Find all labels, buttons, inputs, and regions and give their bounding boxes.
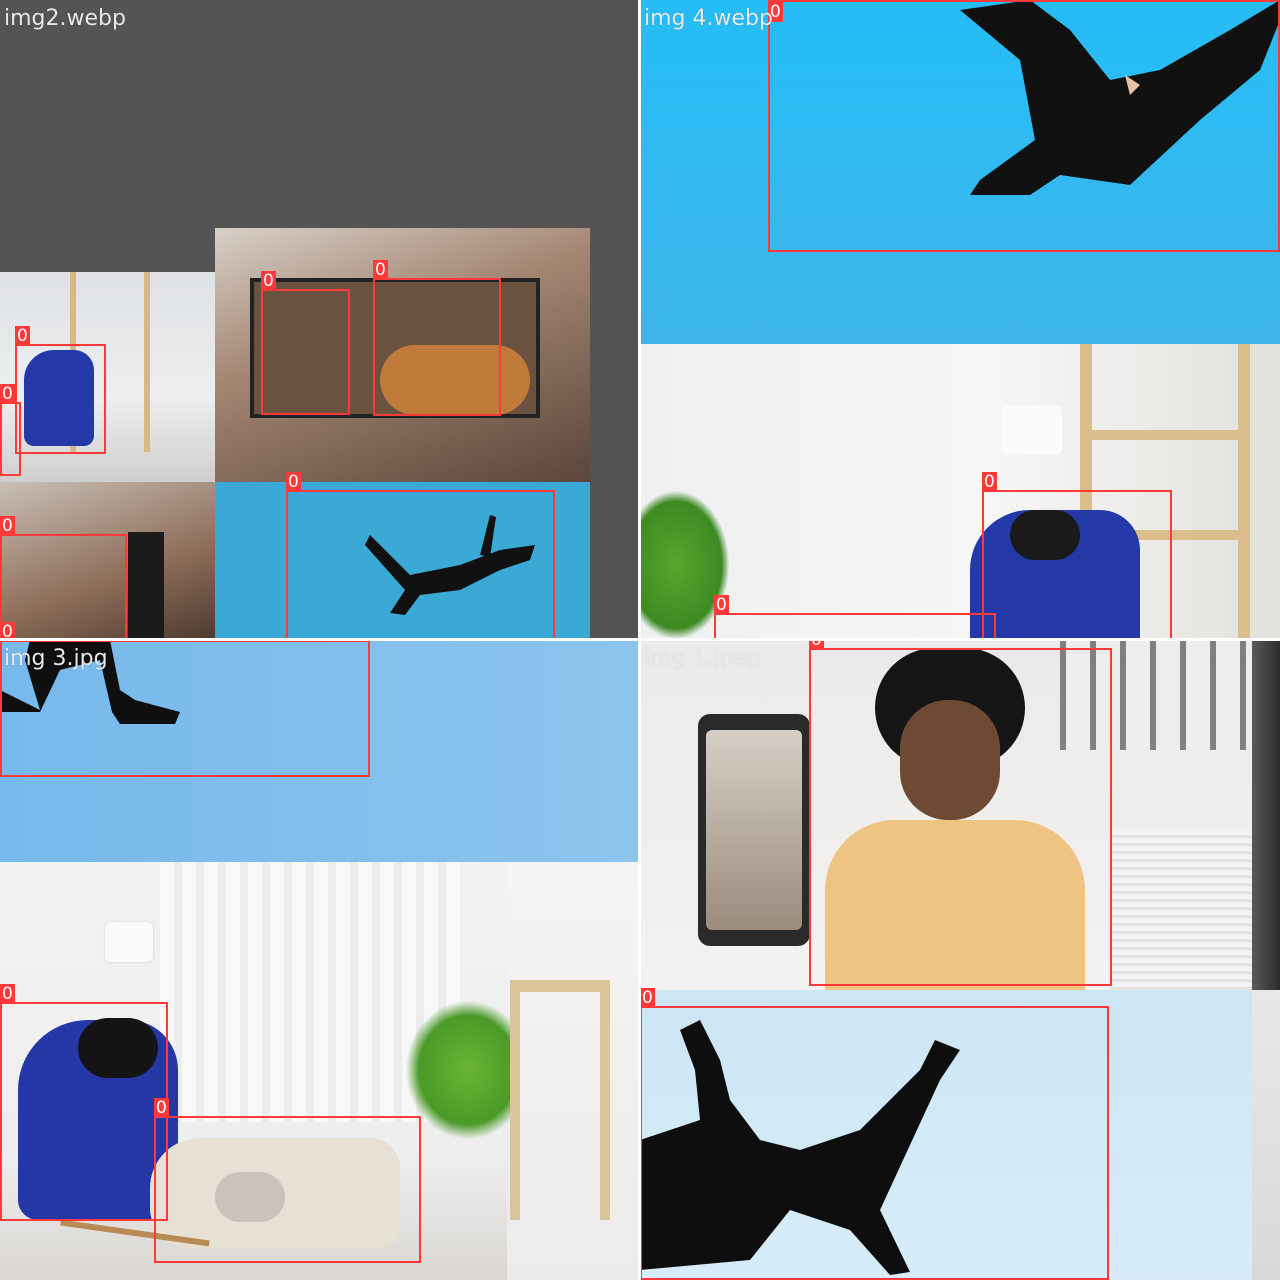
detection-box: 0	[15, 326, 106, 454]
detection-label: 0	[714, 595, 729, 615]
tile-divider-horizontal	[0, 638, 1280, 641]
detection-box: 0	[0, 384, 21, 476]
detection-box: 0	[373, 260, 501, 416]
detection-label: 0	[15, 326, 30, 346]
photo-side-table	[510, 980, 610, 1220]
detection-box: 0	[714, 595, 996, 640]
detection-label: 0	[373, 260, 388, 280]
photo-lamp	[105, 922, 153, 962]
detection-label: 0	[286, 472, 301, 492]
detection-label: 0	[261, 271, 276, 291]
detection-box: 0	[982, 472, 1172, 640]
tile-title: img 3.jpg	[4, 646, 108, 671]
detection-box: 0	[768, 0, 1280, 252]
detection-label: 0	[809, 640, 824, 650]
mosaic-tile-img4: img 4.webp 0 0 0	[640, 0, 1280, 640]
detection-box: 0	[640, 988, 1109, 1280]
detection-box: 0	[261, 271, 350, 415]
detection-box: 0	[809, 640, 1112, 986]
mosaic-tile-img3: img 3.jpg 0 0 0	[0, 640, 640, 1280]
detection-box: 0	[0, 984, 168, 1221]
detection-label: 0	[154, 1098, 169, 1118]
detection-label: 0	[982, 472, 997, 492]
photo-dark-edge	[1252, 640, 1280, 990]
mosaic-tile-img2: img2.webp 0 0 0 0 0 0 0	[0, 0, 640, 640]
photo-lamp	[1002, 405, 1062, 455]
photo-phone-edge	[128, 532, 164, 640]
tile-title: img 1.jpeg	[644, 646, 762, 671]
tile-title: img2.webp	[4, 6, 126, 31]
tile-title: img 4.webp	[644, 6, 773, 31]
detection-box: 0	[0, 516, 127, 640]
photo-shelf-board	[1080, 430, 1250, 440]
photo-wall-edge	[1252, 990, 1280, 1280]
mosaic-tile-img1: img 1.jpeg 0 0	[640, 640, 1280, 1280]
detection-box: 0	[286, 472, 555, 640]
photo-phone-screen	[706, 730, 802, 930]
detection-label: 0	[0, 516, 15, 536]
detection-label: 0	[640, 988, 655, 1008]
detection-label: 0	[0, 384, 15, 404]
detection-label: 0	[0, 984, 15, 1004]
photo-bed	[1110, 830, 1252, 990]
detection-box: 0	[154, 1098, 421, 1263]
